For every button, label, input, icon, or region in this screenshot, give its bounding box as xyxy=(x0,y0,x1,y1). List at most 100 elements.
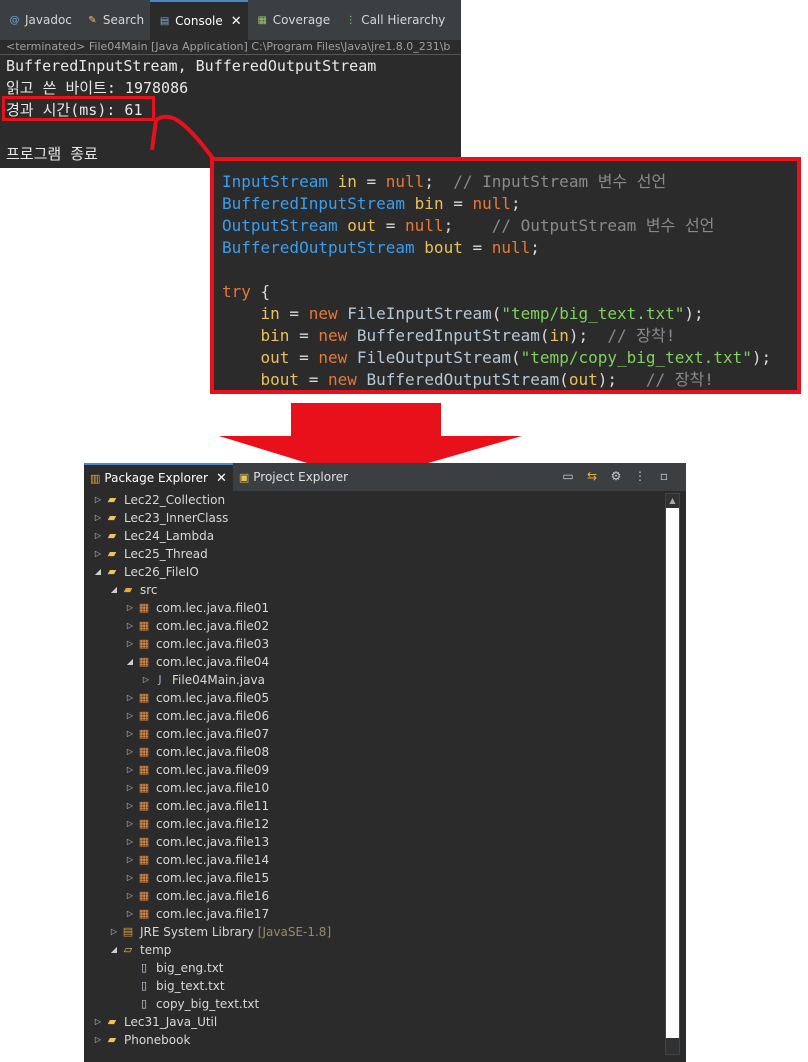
text-file-icon: ▯ xyxy=(140,961,148,974)
tree-item[interactable]: ▷ ▦ com.lec.java.file05 xyxy=(84,689,664,707)
collapsed-icon[interactable]: ▷ xyxy=(124,833,136,851)
code-token: = xyxy=(279,304,309,323)
tab-console[interactable]: ▤ Console ✕ xyxy=(150,0,248,40)
tree-item[interactable]: ▷ ▦ com.lec.java.file11 xyxy=(84,797,664,815)
at-icon: @ xyxy=(9,14,20,26)
code-line: OutputStream out = null; // OutputStream… xyxy=(222,215,771,237)
close-icon[interactable]: ✕ xyxy=(231,14,242,29)
collapsed-icon[interactable]: ▷ xyxy=(124,743,136,761)
tree-item[interactable]: ▷ ▰ Lec31_Java_Util xyxy=(84,1013,664,1031)
collapsed-icon[interactable]: ▷ xyxy=(124,635,136,653)
collapsed-icon[interactable]: ▷ xyxy=(124,797,136,815)
tree-item[interactable]: ▷ ▦ com.lec.java.file02 xyxy=(84,617,664,635)
expanded-icon[interactable]: ◢ xyxy=(92,563,104,581)
collapsed-icon[interactable]: ▷ xyxy=(124,599,136,617)
view-menu-icon[interactable]: ⋮ xyxy=(632,468,648,484)
tree-item[interactable]: ▷ ▰ Lec22_Collection xyxy=(84,491,664,509)
collapsed-icon[interactable]: ▷ xyxy=(124,725,136,743)
expanded-icon[interactable]: ◢ xyxy=(124,653,136,671)
code-line: BufferedOutputStream bout = null; xyxy=(222,237,771,259)
link-with-editor-icon[interactable]: ⇆ xyxy=(584,468,600,484)
tree-item[interactable]: ▯ copy_big_text.txt xyxy=(84,995,664,1013)
tree-item[interactable]: ▯ big_text.txt xyxy=(84,977,664,995)
collapsed-icon[interactable]: ▷ xyxy=(124,815,136,833)
tab-package-explorer[interactable]: ▥ Package Explorer ✕ xyxy=(84,463,233,491)
package-explorer-view: ▥ Package Explorer ✕ ▣ Project Explorer … xyxy=(84,463,686,1062)
tree-item[interactable]: ▷ ▤ JRE System Library [JavaSE-1.8] xyxy=(84,923,664,941)
collapsed-icon[interactable]: ▷ xyxy=(124,689,136,707)
tree-item[interactable]: ◢ ▦ com.lec.java.file04 xyxy=(84,653,664,671)
scroll-thumb[interactable] xyxy=(666,508,679,1038)
tree-item[interactable]: ▷ ▦ com.lec.java.file03 xyxy=(84,635,664,653)
collapsed-icon[interactable]: ▷ xyxy=(124,761,136,779)
tab-search[interactable]: ✎ Search xyxy=(78,0,150,40)
collapsed-icon[interactable]: ▷ xyxy=(124,905,136,923)
package-icon: ▦ xyxy=(138,709,150,722)
code-token: out xyxy=(260,348,290,367)
tree-item[interactable]: ▷ ▦ com.lec.java.file14 xyxy=(84,851,664,869)
tree-item[interactable]: ◢ ▰ Lec26_FileIO xyxy=(84,563,664,581)
collapse-all-icon[interactable]: ▭ xyxy=(560,468,576,484)
tree-item[interactable]: ▷ ▦ com.lec.java.file12 xyxy=(84,815,664,833)
tree-item[interactable]: ▷ ▦ com.lec.java.file15 xyxy=(84,869,664,887)
code-token: = xyxy=(376,216,406,235)
code-snippet: InputStream in = null; // InputStream 변수… xyxy=(210,157,801,394)
collapsed-icon[interactable]: ▷ xyxy=(92,545,104,563)
code-token: new xyxy=(318,348,348,367)
collapsed-icon[interactable]: ▷ xyxy=(108,923,120,941)
tab-project-explorer[interactable]: ▣ Project Explorer xyxy=(233,463,354,491)
tree-item[interactable]: ▷ ▦ com.lec.java.file09 xyxy=(84,761,664,779)
collapsed-icon[interactable]: ▷ xyxy=(124,851,136,869)
tree-item[interactable]: ▷ ▦ com.lec.java.file16 xyxy=(84,887,664,905)
expanded-icon[interactable]: ◢ xyxy=(108,941,120,959)
package-icon: ▦ xyxy=(138,763,150,776)
code-token: // OutputStream 변수 선언 xyxy=(491,216,715,235)
package-explorer-icon: ▥ xyxy=(90,471,101,485)
collapsed-icon[interactable]: ▷ xyxy=(92,509,104,527)
tree-item[interactable]: ▷ ▰ Lec24_Lambda xyxy=(84,527,664,545)
collapsed-icon[interactable]: ▷ xyxy=(124,869,136,887)
tab-label: Coverage xyxy=(272,13,331,27)
collapsed-icon[interactable]: ▷ xyxy=(92,491,104,509)
tab-call-hierarchy[interactable]: ⋮ Call Hierarchy xyxy=(336,0,451,40)
collapsed-icon[interactable]: ▷ xyxy=(124,887,136,905)
filter-icon[interactable]: ⚙ xyxy=(608,468,624,484)
tab-javadoc[interactable]: @ Javadoc xyxy=(0,0,78,40)
tree-item[interactable]: ▯ big_eng.txt xyxy=(84,959,664,977)
code-line: in = new FileInputStream("temp/big_text.… xyxy=(222,303,771,325)
tree-item[interactable]: ◢ ▱ temp xyxy=(84,941,664,959)
tree-item[interactable]: ▷ ▦ com.lec.java.file06 xyxy=(84,707,664,725)
vertical-scrollbar[interactable]: ▲ xyxy=(665,493,680,1055)
code-token: ); xyxy=(597,370,646,389)
collapsed-icon[interactable]: ▷ xyxy=(92,527,104,545)
hierarchy-icon: ⋮ xyxy=(345,14,356,26)
tree-item[interactable]: ▷ ▦ com.lec.java.file10 xyxy=(84,779,664,797)
collapsed-icon[interactable]: ▷ xyxy=(124,779,136,797)
tree-item[interactable]: ▷ ▦ com.lec.java.file01 xyxy=(84,599,664,617)
tree-item[interactable]: ▷ ▰ Lec25_Thread xyxy=(84,545,664,563)
tree-item[interactable]: ▷ ▦ com.lec.java.file08 xyxy=(84,743,664,761)
tree-item[interactable]: ▷ ▦ com.lec.java.file07 xyxy=(84,725,664,743)
java-file-icon: J xyxy=(158,673,162,686)
scroll-up-icon[interactable]: ▲ xyxy=(666,494,679,508)
collapsed-icon[interactable]: ▷ xyxy=(124,707,136,725)
tree-item[interactable]: ▷ ▰ Phonebook xyxy=(84,1031,664,1049)
tree-item[interactable]: ▷ ▦ com.lec.java.file17 xyxy=(84,905,664,923)
code-token: // 장착! xyxy=(607,326,676,345)
collapsed-icon[interactable]: ▷ xyxy=(92,1013,104,1031)
tree-item[interactable]: ▷ ▦ com.lec.java.file13 xyxy=(84,833,664,851)
tree-item[interactable]: ◢ ▰ src xyxy=(84,581,664,599)
tab-coverage[interactable]: ▦ Coverage xyxy=(248,0,337,40)
tree-item[interactable]: ▷ ▰ Lec23_InnerClass xyxy=(84,509,664,527)
collapsed-icon[interactable]: ▷ xyxy=(92,1031,104,1049)
close-icon[interactable]: ✕ xyxy=(216,471,227,486)
collapsed-icon[interactable]: ▷ xyxy=(124,617,136,635)
minimize-icon[interactable]: ▫ xyxy=(656,468,672,484)
tree-item-label: com.lec.java.file03 xyxy=(156,637,270,651)
collapsed-icon[interactable]: ▷ xyxy=(140,671,152,689)
expanded-icon[interactable]: ◢ xyxy=(108,581,120,599)
tree-item[interactable]: ▷ J File04Main.java xyxy=(84,671,664,689)
tab-label: Console xyxy=(175,14,223,28)
